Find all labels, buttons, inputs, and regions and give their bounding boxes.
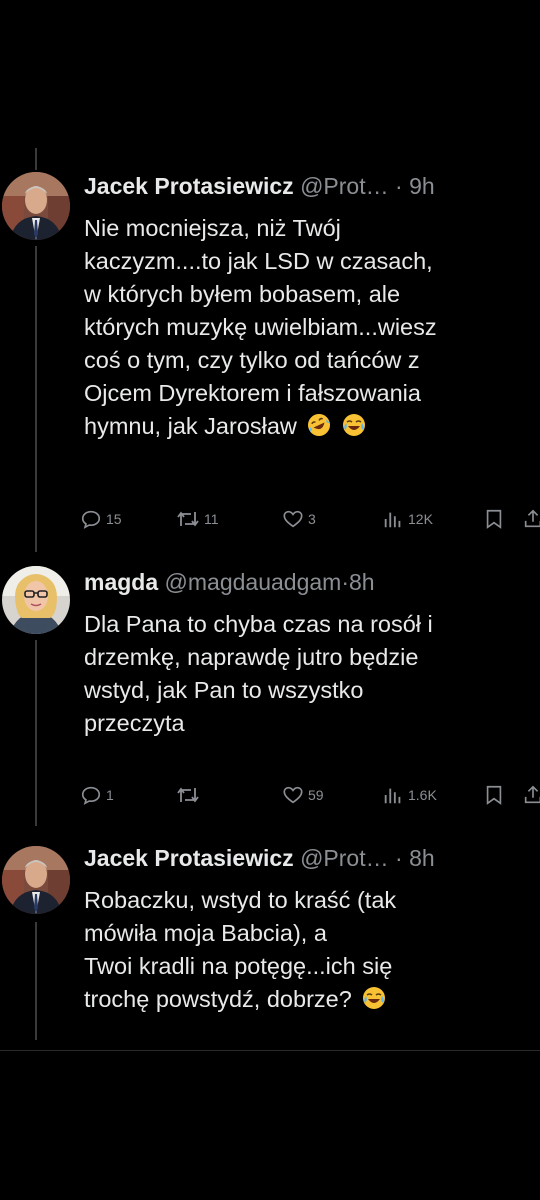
bookmark-icon <box>486 509 502 529</box>
thread-line-1 <box>35 246 37 552</box>
tweet-header: Jacek Protasiewicz @Prot… · 9h <box>84 172 435 200</box>
share-button[interactable] <box>522 506 540 532</box>
views-button[interactable]: 12K <box>382 506 433 532</box>
tweet-header: Jacek Protasiewicz @Prot… · 8h <box>84 844 435 872</box>
repost-icon <box>177 787 199 803</box>
separator-dot: · <box>395 845 403 871</box>
like-button[interactable]: 59 <box>282 782 324 808</box>
reply-button[interactable]: 1 <box>80 782 114 808</box>
reply-icon <box>81 510 101 529</box>
separator-dot: · <box>395 173 403 199</box>
tweet-text-line-with-emoji: trochę powstydź, dobrze? <box>84 983 540 1016</box>
repost-button[interactable]: 11 <box>176 506 219 532</box>
tweet-text: Dla Pana to chyba czas na rosół i drzemk… <box>84 608 540 740</box>
author-handle[interactable]: @magdauadgam <box>165 569 342 595</box>
avatar[interactable] <box>2 172 70 240</box>
heart-icon <box>283 510 303 528</box>
tweet-text: Robaczku, wstyd to kraść (tak mówiła moj… <box>84 884 540 1016</box>
views-button[interactable]: 1.6K <box>382 782 437 808</box>
tweet-text-line: hymnu, jak Jarosław <box>84 413 297 439</box>
tweet-text: Nie mocniejsza, niż Twój kaczyzm....to j… <box>84 212 540 443</box>
tweet-text-line: mówiła moja Babcia), a <box>84 920 327 946</box>
repost-button[interactable] <box>176 782 204 808</box>
reply-icon <box>81 786 101 805</box>
tweet-text-line: Twoi kradli na potęgę...ich się <box>84 953 393 979</box>
tweet-actions: 1 59 1.6K <box>80 782 540 808</box>
tweet-text-line: Robaczku, wstyd to kraść (tak <box>84 887 397 913</box>
like-count: 59 <box>308 787 324 803</box>
author-name[interactable]: Jacek Protasiewicz <box>84 845 294 871</box>
tweet-text-line: Dla Pana to chyba czas na rosół i <box>84 611 433 637</box>
thread-line-top <box>35 148 37 170</box>
views-icon <box>384 788 401 804</box>
repost-icon <box>177 511 199 527</box>
author-handle[interactable]: @Prot… <box>300 845 389 871</box>
tears-of-joy-emoji <box>342 414 365 436</box>
tweet-actions: 15 11 3 12K <box>80 506 540 532</box>
views-count: 1.6K <box>408 787 437 803</box>
bookmark-button[interactable] <box>484 782 504 808</box>
author-name[interactable]: magda <box>84 569 158 595</box>
reply-count: 15 <box>106 511 122 527</box>
avatar[interactable] <box>2 566 70 634</box>
like-count: 3 <box>308 511 316 527</box>
views-icon <box>384 512 401 528</box>
tweet-text-line: przeczyta <box>84 710 185 736</box>
thread-line-2 <box>35 640 37 826</box>
tears-of-joy-emoji <box>363 987 386 1009</box>
thread-line-3 <box>35 922 37 1040</box>
reply-count: 1 <box>106 787 114 803</box>
tweet-text-line-with-emoji: hymnu, jak Jarosław <box>84 410 540 443</box>
tweet-text-line: Nie mocniejsza, niż Twój <box>84 215 341 241</box>
share-button[interactable] <box>522 782 540 808</box>
heart-icon <box>283 786 303 804</box>
tweet-text-line: wstyd, jak Pan to wszystko <box>84 677 364 703</box>
author-name[interactable]: Jacek Protasiewicz <box>84 173 294 199</box>
avatar[interactable] <box>2 846 70 914</box>
like-button[interactable]: 3 <box>282 506 316 532</box>
tweet-text-line: Ojcem Dyrektorem i fałszowania <box>84 380 421 406</box>
tweet-header: magda @magdauadgam·8h <box>84 568 375 596</box>
timestamp[interactable]: 8h <box>349 569 375 595</box>
separator-dot: · <box>341 569 349 595</box>
share-icon <box>524 785 540 804</box>
repost-count: 11 <box>204 511 219 527</box>
timestamp[interactable]: 9h <box>409 173 435 199</box>
tweet-text-line: trochę powstydź, dobrze? <box>84 986 352 1012</box>
bookmark-button[interactable] <box>484 506 504 532</box>
author-handle[interactable]: @Prot… <box>300 173 389 199</box>
tweet-text-line: drzemkę, naprawdę jutro będzie <box>84 644 419 670</box>
tweet-text-line: w których byłem bobasem, ale <box>84 281 401 307</box>
views-count: 12K <box>408 511 433 527</box>
reply-button[interactable]: 15 <box>80 506 122 532</box>
tweet-text-line: których muzykę uwielbiam...wiesz <box>84 314 437 340</box>
tweet-text-line: kaczyzm....to jak LSD w czasach, <box>84 248 433 274</box>
bottom-divider <box>0 1050 540 1051</box>
share-icon <box>524 509 540 528</box>
rolling-on-floor-laughing-emoji <box>308 414 331 436</box>
timestamp[interactable]: 8h <box>409 845 435 871</box>
tweet-text-line: coś o tym, czy tylko od tańców z <box>84 347 420 373</box>
bookmark-icon <box>486 785 502 805</box>
